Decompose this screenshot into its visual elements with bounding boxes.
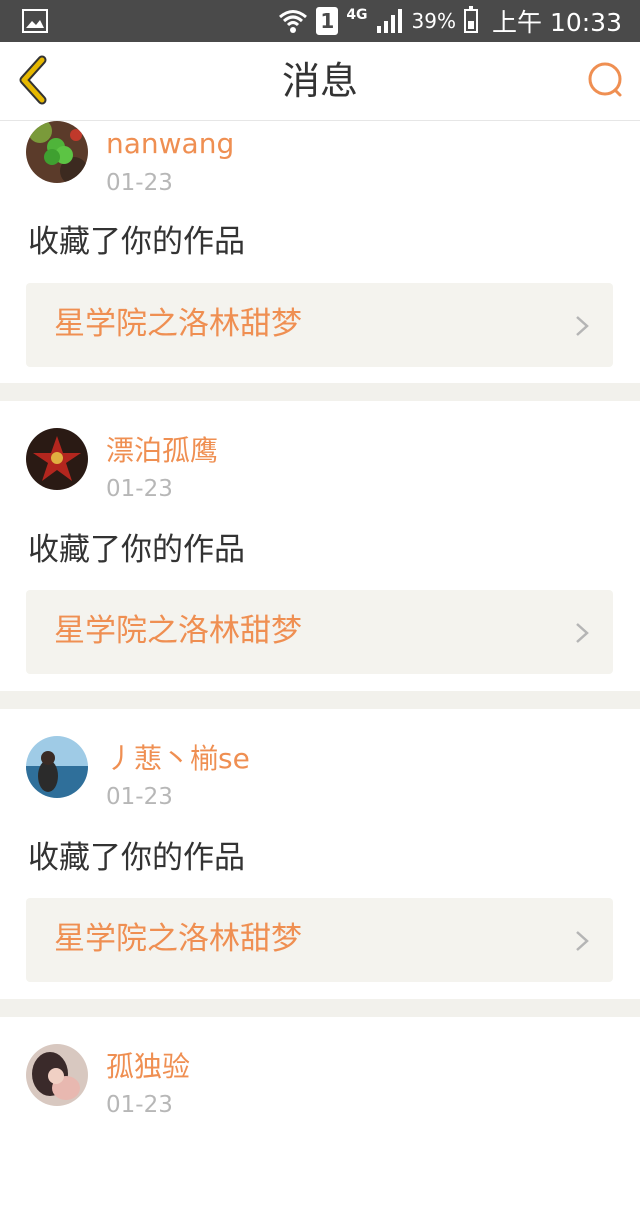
network-type: 4G <box>346 7 368 23</box>
chevron-right-icon <box>576 316 589 336</box>
action-text: 收藏了你的作品 <box>28 840 245 876</box>
sim-icon: 1 <box>316 7 339 35</box>
work-title: 星学院之洛林甜梦 <box>54 306 302 342</box>
message-card: nanwang 01-23 收藏了你的作品 星学院之洛林甜梦 <box>0 121 640 383</box>
username[interactable]: 丿蕜丶椾se <box>106 742 250 776</box>
image-icon <box>22 9 48 33</box>
avatar[interactable] <box>26 736 88 798</box>
action-text: 收藏了你的作品 <box>28 532 245 568</box>
username[interactable]: 孤独验 <box>106 1050 190 1084</box>
battery-percent: 39% <box>411 9 456 33</box>
chevron-right-icon <box>576 623 589 643</box>
page-title: 消息 <box>281 59 358 103</box>
action-text: 收藏了你的作品 <box>28 224 245 260</box>
divider <box>0 383 640 401</box>
work-title: 星学院之洛林甜梦 <box>54 613 302 649</box>
message-list: nanwang 01-23 收藏了你的作品 星学院之洛林甜梦 漂泊孤鹰 01-2… <box>0 121 640 1217</box>
avatar[interactable] <box>26 1044 88 1106</box>
status-bar: 1 4G 39% 上午 10:33 <box>0 0 640 42</box>
chevron-right-icon <box>576 931 589 951</box>
message-date: 01-23 <box>106 170 173 196</box>
search-icon <box>588 62 622 97</box>
work-link[interactable]: 星学院之洛林甜梦 <box>26 283 613 367</box>
divider <box>0 691 640 709</box>
work-link[interactable]: 星学院之洛林甜梦 <box>26 590 613 674</box>
battery-icon <box>464 6 478 33</box>
wifi-icon <box>279 10 308 33</box>
work-title: 星学院之洛林甜梦 <box>54 921 302 957</box>
message-card: 漂泊孤鹰 01-23 收藏了你的作品 星学院之洛林甜梦 <box>0 401 640 691</box>
username[interactable]: 漂泊孤鹰 <box>106 434 218 468</box>
message-card: 丿蕜丶椾se 01-23 收藏了你的作品 星学院之洛林甜梦 <box>0 709 640 999</box>
clock: 上午 10:33 <box>492 8 622 37</box>
username[interactable]: nanwang <box>106 127 234 161</box>
message-date: 01-23 <box>106 784 173 810</box>
signal-icon <box>376 9 402 33</box>
divider <box>0 999 640 1017</box>
avatar[interactable] <box>26 121 88 183</box>
message-date: 01-23 <box>106 1092 173 1118</box>
message-card: 孤独验 01-23 <box>0 1017 640 1217</box>
message-date: 01-23 <box>106 476 173 502</box>
app-header: 消息 <box>0 42 640 121</box>
search-button[interactable] <box>582 56 630 104</box>
avatar[interactable] <box>26 428 88 490</box>
work-link[interactable]: 星学院之洛林甜梦 <box>26 898 613 982</box>
